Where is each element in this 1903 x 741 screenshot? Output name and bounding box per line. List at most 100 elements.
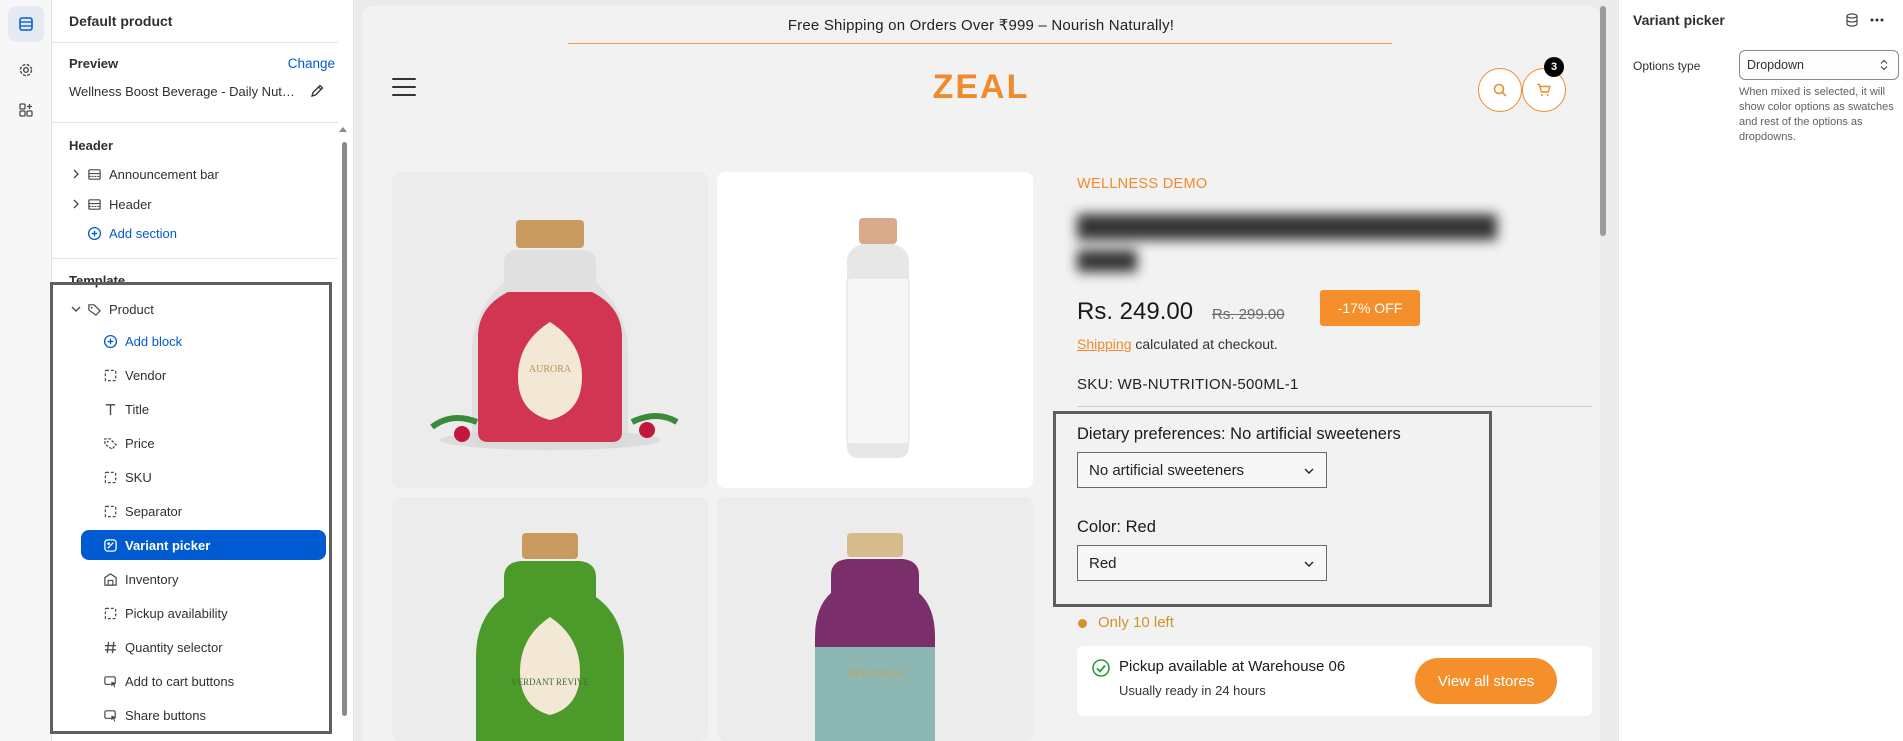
block-frame-icon [102, 605, 118, 621]
announcement-text: Free Shipping on Orders Over ₹999 – Nour… [787, 17, 1175, 34]
block-label: Quantity selector [125, 639, 223, 655]
separator [1077, 406, 1592, 407]
more-options-icon[interactable] [1869, 13, 1885, 27]
shipping-note: Shipping calculated at checkout. [1077, 336, 1278, 352]
block-label: Share buttons [125, 707, 206, 723]
tag-icon [86, 301, 102, 317]
block-label: Add to cart buttons [125, 673, 235, 689]
shipping-link[interactable]: Shipping [1077, 336, 1132, 352]
section-label: Product [109, 301, 154, 317]
dietary-select-value: No artificial sweeteners [1089, 461, 1245, 479]
block-title[interactable]: Title [52, 395, 338, 423]
product-image-white[interactable] [717, 172, 1033, 488]
block-inventory[interactable]: Inventory [52, 565, 338, 593]
block-vendor[interactable]: Vendor [52, 361, 338, 389]
page-title: Default product [69, 13, 173, 29]
block-frame-icon [102, 503, 118, 519]
block-separator[interactable]: Separator [52, 497, 338, 525]
product-image-green[interactable]: VERDANT REVIVE [392, 497, 708, 741]
block-variant-picker[interactable]: Variant picker [81, 530, 326, 560]
color-select[interactable]: Red [1077, 545, 1327, 581]
block-quantity-selector[interactable]: Quantity selector [52, 633, 338, 661]
settings-title: Variant picker [1633, 12, 1725, 28]
option-label-color: Color: Red [1077, 518, 1156, 536]
block-label: Separator [125, 503, 183, 519]
options-type-select[interactable]: Dropdown [1739, 50, 1899, 80]
discount-badge: -17% OFF [1320, 290, 1420, 326]
product-vendor: WELLNESS DEMO [1077, 176, 1208, 192]
gear-icon[interactable] [8, 52, 44, 88]
sections-sidebar: Default product Preview Change Wellness … [52, 0, 354, 741]
shipping-note-text: calculated at checkout. [1131, 336, 1278, 352]
block-label: Price [125, 435, 155, 451]
preview-product-name: Wellness Boost Beverage - Daily Nutritio… [69, 84, 299, 99]
view-all-stores-button[interactable]: View all stores [1415, 658, 1557, 704]
block-label: Pickup availability [125, 605, 228, 621]
block-label: Title [125, 401, 150, 417]
sidebar-scrollbar[interactable] [342, 142, 347, 716]
block-share-buttons[interactable]: Share buttons [52, 701, 338, 729]
product-sku: SKU: WB-NUTRITION-500ML-1 [1077, 376, 1299, 393]
template-group-title: Template [69, 273, 126, 288]
section-product[interactable]: Product [52, 295, 338, 323]
stock-status-dot [1078, 619, 1087, 628]
dietary-select[interactable]: No artificial sweeteners [1077, 452, 1327, 488]
apps-icon[interactable] [8, 92, 44, 128]
pickup-availability-card: Pickup available at Warehouse 06 Usually… [1077, 646, 1592, 716]
divider [52, 42, 338, 43]
pickup-subtitle: Usually ready in 24 hours [1119, 683, 1266, 698]
search-icon[interactable] [1478, 68, 1522, 112]
add-block-label: Add block [125, 333, 183, 349]
change-preview-link[interactable]: Change [288, 56, 335, 71]
chevron-down-icon [1304, 468, 1314, 474]
sections-icon[interactable] [8, 6, 44, 42]
chevron-right-icon[interactable] [70, 198, 82, 210]
section-announcement-bar[interactable]: Announcement bar [52, 160, 338, 188]
hash-icon [102, 639, 118, 655]
database-icon[interactable] [1845, 13, 1859, 27]
select-arrows-icon [1880, 59, 1888, 71]
chevron-down-icon [1304, 561, 1314, 567]
block-label: SKU [125, 469, 152, 485]
pencil-icon[interactable] [309, 83, 325, 99]
block-settings-panel: Variant picker Options type Dropdown Whe… [1618, 0, 1903, 741]
bottle-label-red: AURORA [529, 364, 572, 375]
add-section-button[interactable]: Add section [52, 219, 338, 247]
product-image-purple[interactable]: REPLENISH [717, 497, 1033, 741]
scroll-up-arrow-icon[interactable] [339, 127, 347, 132]
section-icon [86, 166, 102, 182]
block-price[interactable]: Price [52, 429, 338, 457]
store-logo[interactable]: ZEAL [362, 68, 1600, 107]
section-header[interactable]: Header [52, 190, 338, 218]
left-rail [0, 0, 52, 741]
block-sku[interactable]: SKU [52, 463, 338, 491]
storefront-preview: Free Shipping on Orders Over ₹999 – Nour… [362, 6, 1600, 741]
preview-scrollbar-thumb[interactable] [1600, 6, 1606, 236]
pickup-title: Pickup available at Warehouse 06 [1119, 658, 1346, 675]
add-block-button[interactable]: Add block [52, 327, 338, 355]
block-label: Vendor [125, 367, 167, 383]
header-group-title: Header [69, 138, 114, 153]
preview-scrollbar[interactable] [1599, 6, 1607, 741]
options-type-help: When mixed is selected, it will show col… [1739, 86, 1894, 143]
section-label: Announcement bar [109, 166, 219, 182]
option-label-dietary: Dietary preferences: No artificial sweet… [1077, 425, 1401, 443]
variant-icon [102, 537, 118, 553]
block-add-to-cart[interactable]: Add to cart buttons [52, 667, 338, 695]
product-title-blurred [1067, 202, 1507, 280]
section-icon [86, 196, 102, 212]
block-pickup-availability[interactable]: Pickup availability [52, 599, 338, 627]
block-frame-icon [102, 367, 118, 383]
divider [52, 258, 338, 259]
chevron-right-icon[interactable] [70, 168, 82, 180]
preview-label: Preview [69, 56, 119, 71]
bottle-label-purple: REPLENISH [848, 669, 902, 680]
chevron-down-icon[interactable] [70, 303, 82, 315]
product-image-red[interactable]: AURORA [392, 172, 708, 488]
divider [52, 122, 338, 123]
cursor-button-icon [102, 673, 118, 689]
options-type-label: Options type [1633, 59, 1701, 73]
block-label: Inventory [125, 571, 179, 587]
check-circle-icon [1092, 659, 1110, 677]
add-section-label: Add section [109, 225, 177, 241]
